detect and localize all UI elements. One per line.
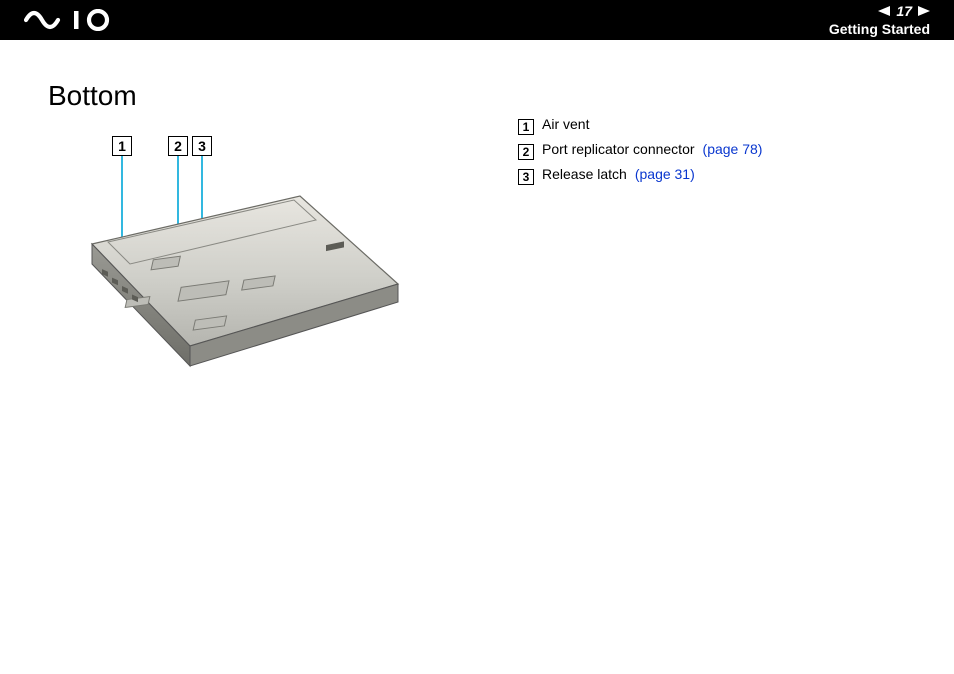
legend-number: 3 [518,169,534,185]
page-nav: 17 [878,3,930,19]
vaio-logo [24,0,134,40]
callout-2: 2 [168,136,188,156]
device-illustration [68,188,408,388]
header-bar: 17 Getting Started [0,0,954,40]
callout-1: 1 [112,136,132,156]
legend-label: Port replicator connector [542,141,695,157]
legend-number: 1 [518,119,534,135]
page-title: Bottom [48,80,478,112]
diagram-callouts: 1 2 3 [112,136,212,156]
legend-item: 2 Port replicator connector (page 78) [518,141,762,158]
callout-3: 3 [192,136,212,156]
page-link[interactable]: (page 31) [635,166,695,182]
section-title: Getting Started [829,21,930,37]
content: Bottom 1 2 3 [0,40,954,396]
page-link[interactable]: (page 78) [703,141,763,157]
legend: 1 Air vent 2 Port replicator connector (… [518,116,762,396]
legend-item: 3 Release latch (page 31) [518,166,762,183]
legend-number: 2 [518,144,534,160]
page-number: 17 [896,3,912,19]
next-page-arrow-icon[interactable] [918,3,930,19]
legend-item: 1 Air vent [518,116,762,133]
prev-page-arrow-icon[interactable] [878,3,890,19]
diagram: 1 2 3 [68,136,448,396]
legend-label: Release latch [542,166,627,182]
legend-label: Air vent [542,116,589,132]
